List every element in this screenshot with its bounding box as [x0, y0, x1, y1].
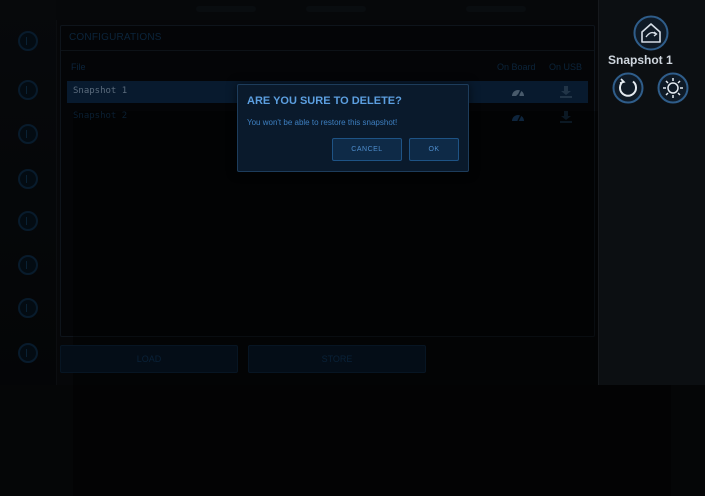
brightness-icon[interactable]	[657, 72, 689, 104]
right-panel: Snapshot 1	[598, 0, 705, 385]
dialog-message: You won't be able to restore this snapsh…	[247, 118, 398, 127]
ok-button[interactable]: OK	[409, 138, 459, 161]
cancel-button[interactable]: CANCEL	[332, 138, 402, 161]
modal-backdrop	[0, 0, 598, 385]
app-window: CONFIGURATIONS File On Board On USB Snap…	[0, 0, 705, 496]
snapshot-title: Snapshot 1	[608, 53, 673, 67]
refresh-icon[interactable]	[612, 72, 644, 104]
home-icon[interactable]	[633, 15, 669, 51]
delete-confirm-dialog: ARE YOU SURE TO DELETE? You won't be abl…	[237, 84, 469, 172]
dialog-title: ARE YOU SURE TO DELETE?	[247, 95, 402, 107]
